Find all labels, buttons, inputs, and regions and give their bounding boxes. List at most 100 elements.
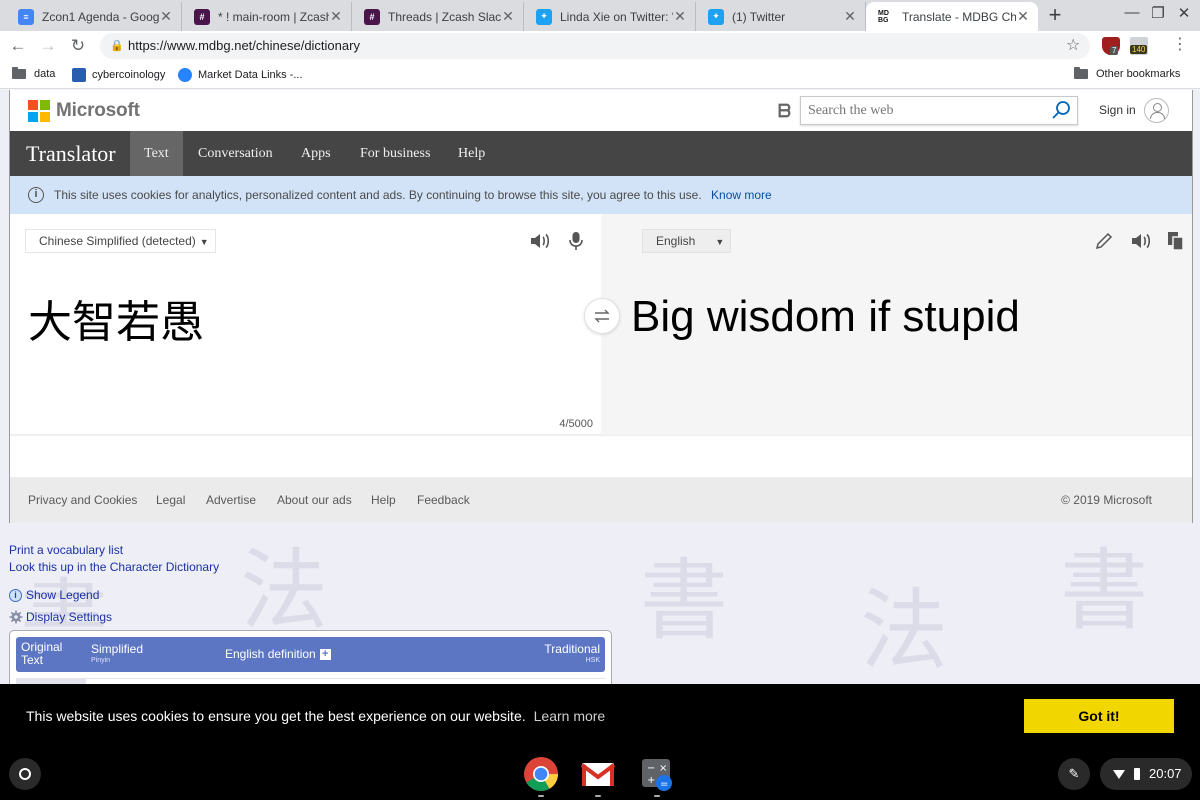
source-text[interactable]: 大智若愚 (28, 286, 204, 350)
microsoft-translator-frame: Microsoft ᗷ Sign in Translator Text Conv… (9, 90, 1193, 523)
slack-icon: # (194, 8, 210, 25)
cookie-consent-banner: This website uses cookies to ensure you … (0, 684, 1200, 748)
close-icon[interactable]: ✕ (843, 8, 857, 25)
running-indicator (654, 795, 660, 797)
info-icon: i (28, 187, 44, 203)
know-more-link[interactable]: Know more (711, 188, 772, 202)
window-close-icon[interactable]: ✕ (1172, 4, 1196, 22)
gmail-icon[interactable] (580, 756, 616, 792)
google-docs-icon: ≡ (18, 8, 34, 25)
running-indicator (595, 795, 601, 797)
copy-icon[interactable] (1165, 230, 1187, 252)
svg-text:−: − (647, 763, 655, 774)
footer-link-help[interactable]: Help (371, 477, 396, 523)
svg-text:+: + (647, 775, 655, 786)
restore-icon[interactable]: ❐ (1146, 4, 1170, 22)
footer-link-about-ads[interactable]: About our ads (277, 477, 352, 523)
edit-pencil-icon[interactable] (1093, 230, 1115, 252)
minimize-icon[interactable]: — (1120, 4, 1144, 21)
footer-link-feedback[interactable]: Feedback (417, 477, 470, 523)
bookmark-cybercoinology[interactable]: cybercoinology (72, 68, 165, 82)
print-vocabulary-link[interactable]: Print a vocabulary list (9, 542, 219, 559)
tab-title: * ! main-room | Zcash Slack (218, 9, 329, 24)
stylus-pen-icon[interactable]: ✎ (1058, 758, 1090, 790)
show-legend-link[interactable]: i Show Legend (9, 588, 99, 602)
calculator-icon[interactable]: − × + = (639, 756, 675, 792)
tab-mdbg-translate[interactable]: MD BG Translate - MDBG Chinese ✕ (866, 2, 1038, 31)
expand-plus-icon[interactable]: + (319, 649, 331, 661)
tab-apps[interactable]: Apps (287, 131, 345, 176)
gear-icon (9, 610, 23, 624)
learn-more-link[interactable]: Learn more (534, 708, 606, 724)
character-dictionary-link[interactable]: Look this up in the Character Dictionary (9, 559, 219, 576)
extension-icon[interactable]: 140 (1130, 37, 1148, 55)
bookmarks-bar: data cybercoinology Market Data Links -.… (0, 61, 1200, 89)
footer-link-privacy[interactable]: Privacy and Cookies (28, 477, 137, 523)
sign-in-link[interactable]: Sign in (1099, 103, 1136, 117)
logo-text: Microsoft (56, 100, 140, 121)
chrome-icon[interactable] (523, 756, 559, 792)
watermark-pattern: 法 (240, 539, 329, 642)
bookmark-star-icon[interactable]: ☆ (1066, 35, 1080, 55)
tab-for-business[interactable]: For business (346, 131, 444, 176)
swap-languages-button[interactable] (584, 298, 620, 334)
new-tab-button[interactable]: + (1042, 4, 1068, 28)
close-icon[interactable]: ✕ (1016, 8, 1030, 25)
status-tray[interactable]: 20:07 (1100, 758, 1192, 790)
target-language-value: English (656, 234, 696, 248)
got-it-button[interactable]: Got it! (1024, 699, 1174, 733)
bing-icon: ᗷ (778, 101, 791, 121)
watermark-pattern: 法 (860, 579, 949, 682)
bookmark-data[interactable]: data (12, 67, 55, 80)
target-language-select[interactable]: English ▼ (642, 229, 731, 253)
footer-link-legal[interactable]: Legal (156, 477, 185, 523)
tab-twitter[interactable]: ✦ (1) Twitter ✕ (696, 2, 866, 31)
search-input[interactable] (801, 97, 1041, 124)
column-traditional-label: Traditional (544, 642, 600, 656)
twitter-icon: ✦ (708, 8, 724, 25)
avatar-icon[interactable] (1144, 98, 1169, 123)
tab-linda-xie[interactable]: ✦ Linda Xie on Twitter: "I t ✕ (524, 2, 696, 31)
microphone-icon[interactable] (565, 230, 587, 252)
microsoft-logo-icon (28, 100, 50, 122)
tab-help[interactable]: Help (444, 131, 499, 176)
tab-title: (1) Twitter (732, 9, 786, 24)
menu-kebab-icon[interactable]: ⋮ (1172, 34, 1188, 54)
confluence-icon (178, 68, 192, 82)
translator-brand[interactable]: Translator (26, 141, 116, 167)
twitter-icon: ✦ (536, 8, 552, 25)
column-english-definition[interactable]: English definition + (225, 648, 331, 661)
tab-main-room[interactable]: # * ! main-room | Zcash Slack ✕ (182, 2, 352, 31)
forward-arrow-icon[interactable]: → (36, 35, 60, 57)
results-table: Original Text Simplified Pinyin English … (9, 630, 612, 684)
bookmark-market-data[interactable]: Market Data Links -... (178, 68, 303, 82)
display-settings-link[interactable]: Display Settings (9, 610, 112, 624)
tab-zcon1-agenda[interactable]: ≡ Zcon1 Agenda - Google Docs ✕ (6, 2, 182, 31)
speaker-icon[interactable] (528, 230, 550, 252)
bookmark-other[interactable]: Other bookmarks (1074, 67, 1180, 80)
microsoft-logo[interactable]: Microsoft (28, 100, 140, 122)
cookie-notice-text: This site uses cookies for analytics, pe… (54, 188, 702, 202)
tab-threads[interactable]: # Threads | Zcash Slack ✕ (352, 2, 524, 31)
column-english-label: English definition (225, 647, 316, 661)
speaker-icon[interactable] (1129, 230, 1151, 252)
back-arrow-icon[interactable]: ← (6, 35, 30, 57)
close-icon[interactable]: ✕ (501, 8, 515, 25)
address-bar[interactable]: 🔒 https://www.mdbg.net/chinese/dictionar… (100, 33, 1090, 59)
translator-nav: Translator Text Conversation Apps For bu… (10, 131, 1192, 176)
search-icon[interactable] (1051, 100, 1071, 120)
footer-link-advertise[interactable]: Advertise (206, 477, 256, 523)
close-icon[interactable]: ✕ (673, 8, 687, 25)
tab-text[interactable]: Text (130, 131, 183, 176)
reload-icon[interactable]: ↻ (66, 35, 90, 57)
column-hsk-label: HSK (585, 657, 600, 664)
watermark-pattern: 書 (1060, 539, 1149, 642)
close-icon[interactable]: ✕ (329, 8, 343, 25)
info-icon: i (9, 588, 22, 602)
tab-conversation[interactable]: Conversation (184, 131, 287, 176)
close-icon[interactable]: ✕ (159, 8, 173, 25)
ublock-extension-icon[interactable]: 7 (1102, 37, 1120, 55)
character-counter: 4/5000 (559, 418, 593, 430)
source-language-select[interactable]: Chinese Simplified (detected) ▼ (25, 229, 216, 253)
launcher-icon[interactable] (9, 758, 41, 790)
